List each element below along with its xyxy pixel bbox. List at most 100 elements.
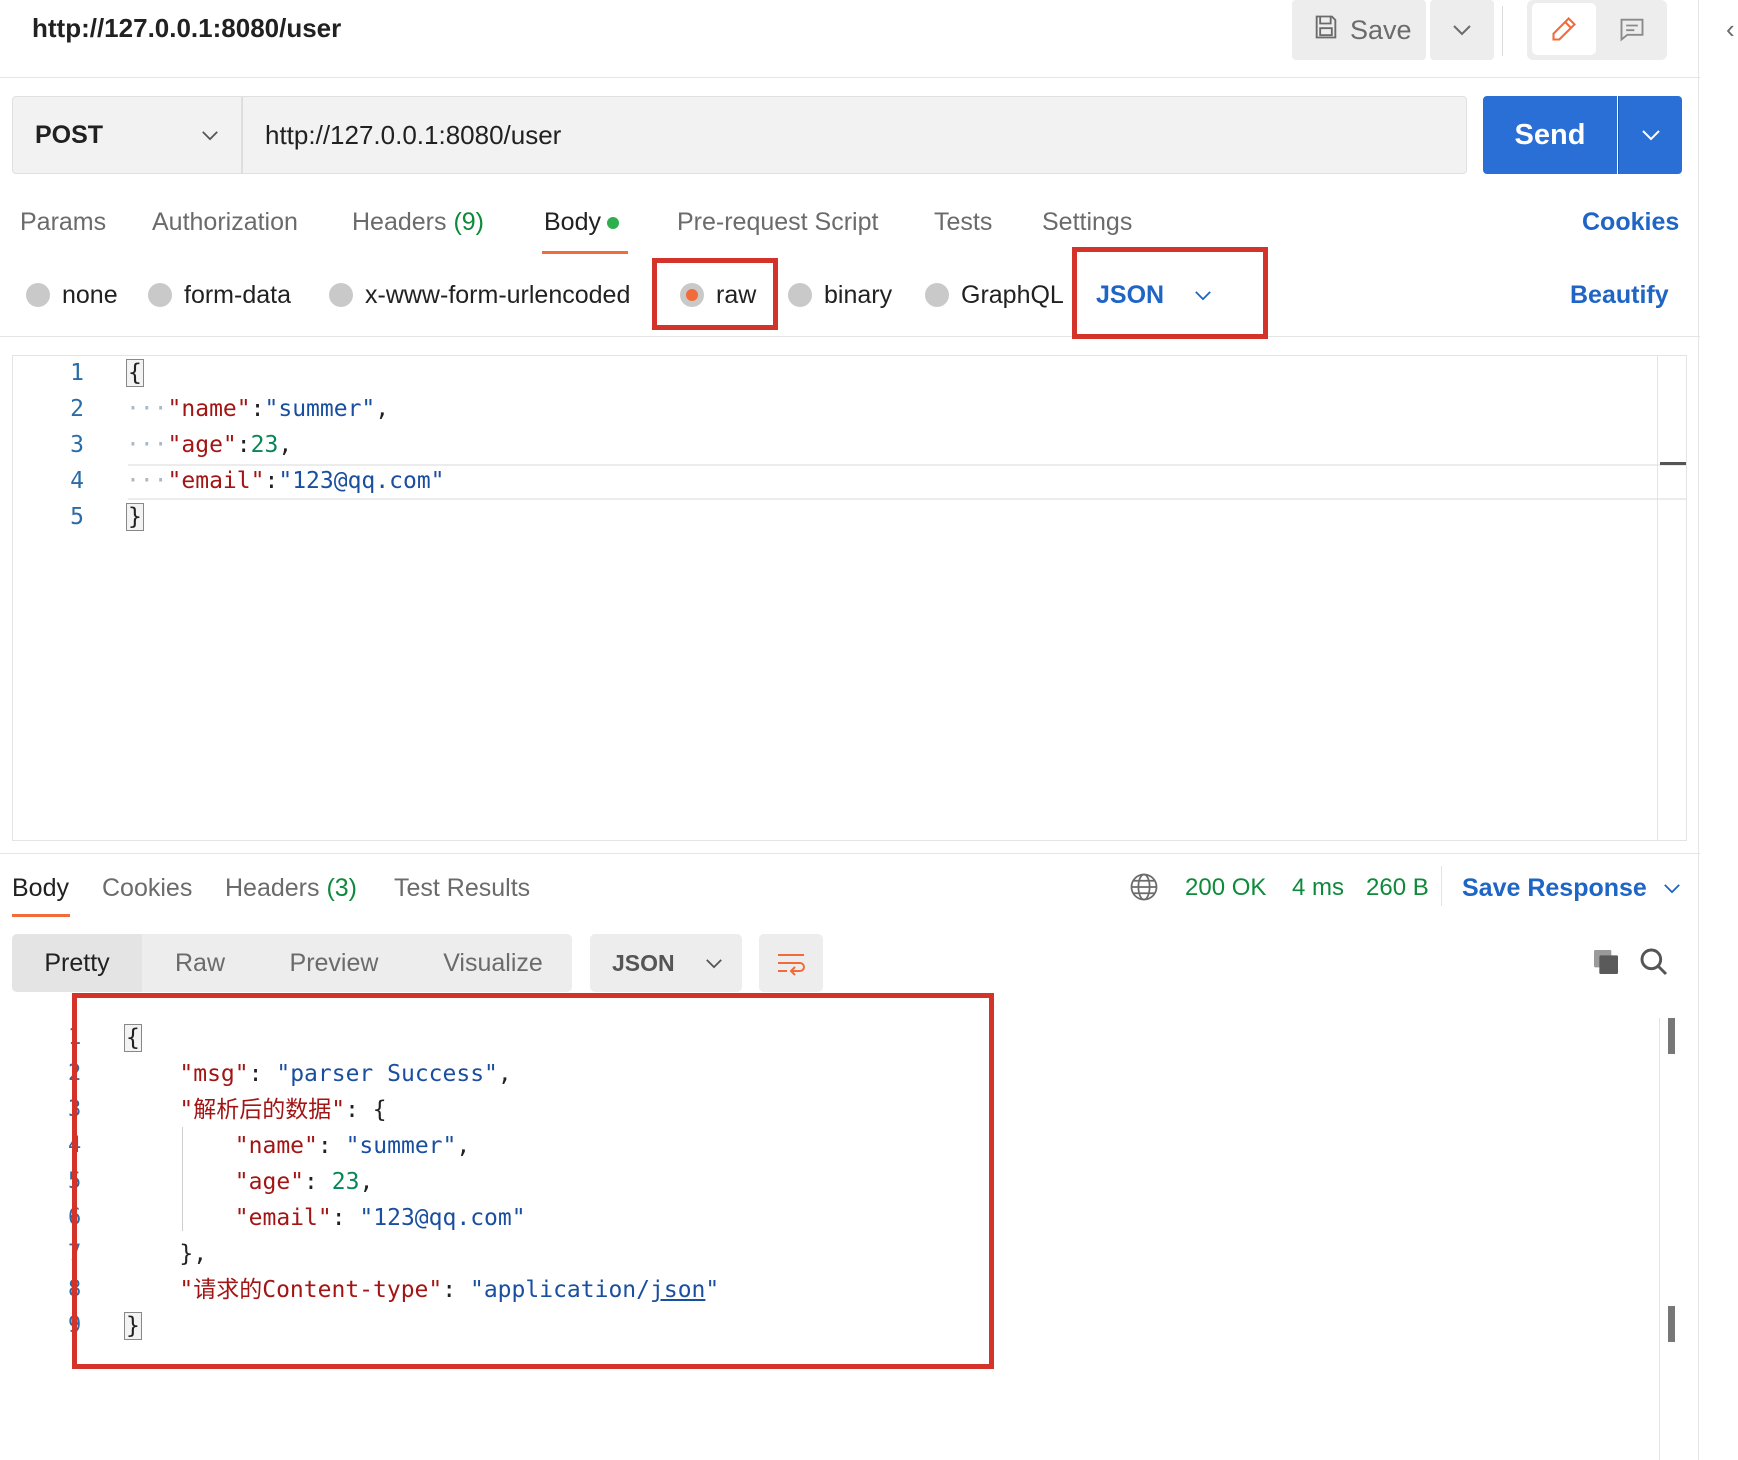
cookies-link[interactable]: Cookies [1582, 206, 1679, 238]
tab-headers-count: (9) [453, 208, 485, 236]
indent-dots: ··· [126, 468, 168, 494]
response-scrollbar-marker [1668, 1306, 1675, 1342]
response-tab-body[interactable]: Body [12, 872, 69, 904]
tab-body[interactable]: Body [544, 206, 619, 238]
divider [0, 77, 1700, 78]
tab-body-label: Body [544, 208, 601, 236]
tab-pre-request-script[interactable]: Pre-request Script [677, 206, 878, 238]
body-active-dot [606, 217, 619, 230]
radio-circle[interactable] [148, 283, 172, 307]
save-response-label: Save Response [1462, 874, 1647, 902]
globe-icon[interactable] [1129, 872, 1159, 907]
tab-params[interactable]: Params [20, 206, 106, 238]
json-key: "email" [167, 468, 265, 494]
radio-binary-label: binary [824, 280, 893, 309]
pencil-icon [1552, 17, 1576, 41]
response-scrollbar-track [1659, 1018, 1660, 1460]
chevron-left-icon[interactable]: ‹ [1726, 14, 1735, 45]
send-button[interactable]: Send [1483, 96, 1617, 174]
radio-circle[interactable] [788, 283, 812, 307]
line-number: 5 [70, 504, 84, 530]
method-label: POST [35, 120, 104, 149]
search-icon[interactable] [1638, 946, 1670, 983]
tab-headers[interactable]: Headers (9) [352, 206, 484, 238]
save-button[interactable]: Save [1292, 0, 1426, 60]
code-line: { [126, 355, 144, 391]
wrap-lines-icon [778, 954, 805, 976]
wrap-lines-button[interactable] [759, 934, 823, 992]
line-number: 4 [70, 468, 84, 494]
response-format-label: JSON [612, 949, 675, 976]
method-select[interactable]: POST [12, 96, 242, 174]
radio-binary[interactable]: binary [788, 278, 892, 312]
status-code[interactable]: 200 OK [1185, 872, 1266, 904]
view-pretty[interactable]: Pretty [12, 934, 142, 992]
response-scrollbar-thumb[interactable] [1668, 1018, 1675, 1054]
response-tab-cookies[interactable]: Cookies [102, 872, 192, 904]
tab-tests[interactable]: Tests [934, 206, 992, 238]
active-tab-indicator [542, 251, 628, 254]
radio-none-label: none [62, 280, 118, 309]
comments-button[interactable] [1600, 3, 1664, 55]
response-tab-headers[interactable]: Headers (3) [225, 872, 357, 904]
response-size[interactable]: 260 B [1366, 872, 1429, 904]
radio-none[interactable]: none [26, 278, 118, 312]
chevron-down-icon [705, 958, 722, 968]
comment-icon [1620, 18, 1644, 42]
divider [1441, 866, 1442, 906]
save-label: Save [1350, 14, 1412, 45]
response-tab-test-results[interactable]: Test Results [394, 872, 530, 904]
code-line: ···"age":23, [126, 432, 293, 458]
code-line: ···"email":"123@qq.com" [126, 468, 445, 494]
bracket-close: } [126, 503, 144, 531]
tab-settings[interactable]: Settings [1042, 206, 1132, 238]
code-line: ···"name":"summer", [126, 396, 390, 422]
view-raw[interactable]: Raw [142, 934, 258, 992]
json-key: "name" [167, 396, 251, 422]
json-value: "123@qq.com" [278, 468, 445, 494]
line-number: 3 [70, 432, 84, 458]
save-options-button[interactable] [1430, 0, 1494, 60]
save-response-button[interactable]: Save Response [1462, 872, 1681, 904]
editor-scrollbar-track [1657, 356, 1658, 840]
tab-authorization[interactable]: Authorization [152, 206, 298, 238]
radio-circle[interactable] [925, 283, 949, 307]
request-title[interactable]: http://127.0.0.1:8080/user [32, 12, 341, 44]
beautify-link[interactable]: Beautify [1570, 278, 1669, 312]
response-time[interactable]: 4 ms [1292, 872, 1344, 904]
json-value: 23 [250, 432, 279, 458]
response-tab-headers-count: (3) [326, 874, 358, 902]
save-icon [1312, 13, 1340, 48]
highlight-raw [652, 258, 778, 330]
divider [0, 336, 1700, 337]
code-line: } [126, 499, 144, 535]
highlight-json [1072, 247, 1268, 339]
json-key: "age" [167, 432, 237, 458]
radio-urlencoded[interactable]: x-www-form-urlencoded [329, 278, 630, 312]
radio-circle[interactable] [329, 283, 353, 307]
radio-graphql[interactable]: GraphQL [925, 278, 1064, 312]
radio-form-data[interactable]: form-data [148, 278, 291, 312]
divider [0, 853, 1700, 854]
indent-dots: ··· [126, 432, 168, 458]
editor-scrollbar-thumb[interactable] [1660, 462, 1686, 465]
url-input[interactable]: http://127.0.0.1:8080/user [242, 96, 1467, 174]
send-options-button[interactable] [1618, 96, 1682, 174]
radio-urlencoded-label: x-www-form-urlencoded [365, 280, 631, 309]
view-visualize[interactable]: Visualize [420, 934, 566, 992]
response-format-select[interactable]: JSON [590, 934, 742, 992]
tab-headers-label: Headers [352, 208, 447, 236]
pane-border [1698, 0, 1699, 1460]
response-tab-headers-label: Headers [225, 874, 320, 902]
view-preview[interactable]: Preview [268, 934, 400, 992]
indent-dots: ··· [126, 396, 168, 422]
edit-mode-button[interactable] [1532, 3, 1596, 55]
radio-form-data-label: form-data [184, 280, 291, 309]
radio-circle[interactable] [26, 283, 50, 307]
bracket-open: { [126, 359, 144, 387]
highlight-response [72, 993, 994, 1369]
active-tab-indicator [12, 914, 70, 917]
copy-icon[interactable] [1590, 946, 1622, 983]
toolbar-divider [1502, 6, 1503, 56]
json-value: "summer" [264, 396, 376, 422]
